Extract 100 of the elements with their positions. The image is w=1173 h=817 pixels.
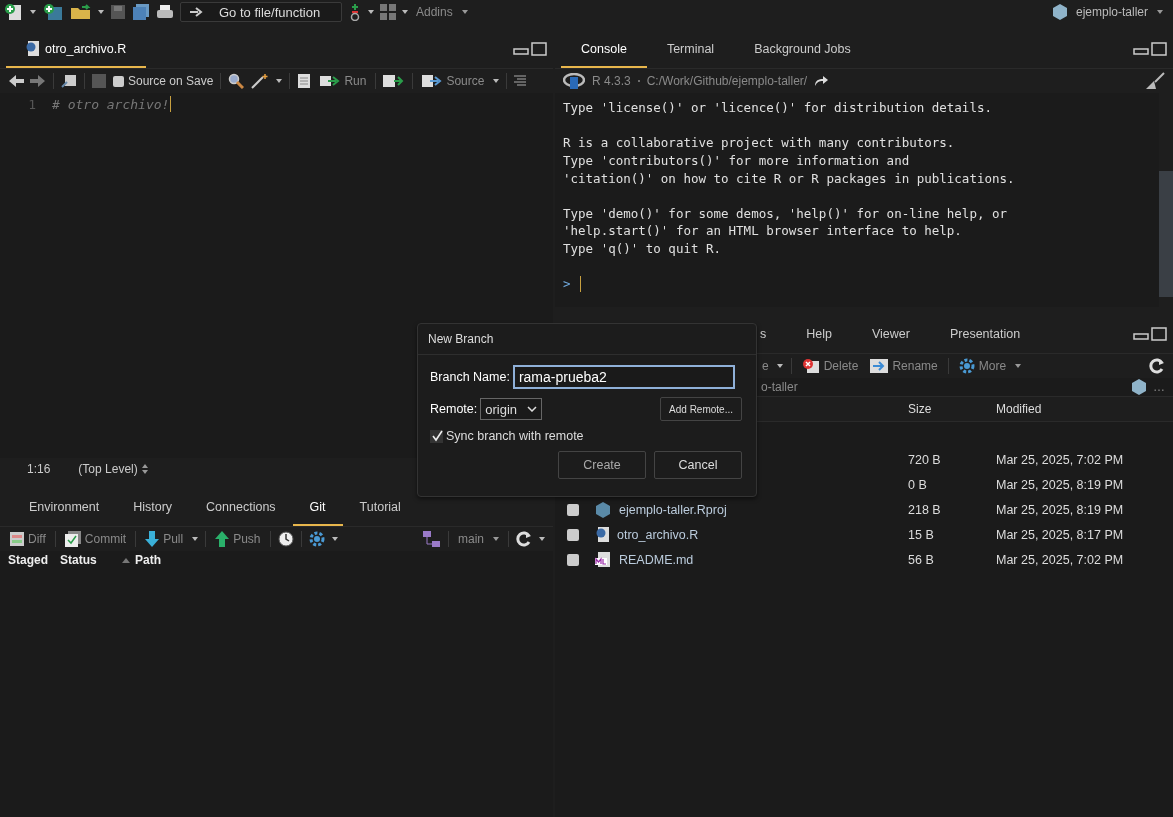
field-label: Remote: xyxy=(430,402,478,416)
r-version: R 4.3.3 xyxy=(592,74,631,88)
show-in-window-icon[interactable] xyxy=(61,74,77,88)
print-icon[interactable] xyxy=(156,4,174,20)
settings-icon[interactable] xyxy=(308,531,325,547)
sync-checkbox[interactable]: Sync branch with remote xyxy=(430,429,742,443)
minimize-icon[interactable] xyxy=(1133,327,1167,341)
delete-button[interactable]: Delete xyxy=(799,358,861,374)
new-file-icon[interactable] xyxy=(4,3,24,21)
branch-menu[interactable]: main xyxy=(456,532,501,546)
pull-button[interactable]: Pull xyxy=(143,531,186,547)
branch-icon[interactable] xyxy=(423,531,441,547)
console-output: R is a collaborative project with many contributors. xyxy=(563,135,955,151)
broom-icon[interactable] xyxy=(1145,72,1165,90)
arrow-icon xyxy=(189,7,203,17)
caret-icon[interactable] xyxy=(30,10,36,14)
pane-tab[interactable]: Presentation xyxy=(929,317,1041,353)
caret-icon[interactable] xyxy=(98,10,104,14)
commit-button[interactable]: Commit xyxy=(62,531,129,547)
minimize-icon[interactable] xyxy=(1133,42,1167,56)
more-menu[interactable]: More xyxy=(956,358,1024,374)
checkmark-icon xyxy=(430,430,443,442)
caret-icon[interactable] xyxy=(493,79,500,83)
magic-wand-icon[interactable] xyxy=(251,73,270,89)
column-header[interactable]: Size xyxy=(908,402,996,416)
new-project-icon[interactable] xyxy=(42,3,64,21)
row-checkbox[interactable] xyxy=(567,553,579,566)
rerun-icon[interactable] xyxy=(383,74,406,88)
file-modified: Mar 25, 2025, 8:17 PM xyxy=(996,527,1125,542)
pane-tab[interactable]: History xyxy=(116,490,190,526)
clock-icon[interactable] xyxy=(277,531,294,547)
caret-icon[interactable] xyxy=(402,10,408,14)
pane-tab[interactable]: Tutorial xyxy=(342,490,418,526)
column-header[interactable]: Staged xyxy=(8,553,60,567)
settings-icon xyxy=(958,358,975,374)
caret-icon[interactable] xyxy=(276,79,283,83)
source-on-save-checkbox[interactable]: Source on Save xyxy=(113,74,214,88)
diff-button[interactable]: Diff xyxy=(8,532,48,546)
create-button[interactable]: Create xyxy=(558,451,646,479)
cancel-button[interactable]: Cancel xyxy=(654,451,742,479)
run-icon xyxy=(320,75,341,87)
file-size: 218 B xyxy=(908,502,942,517)
sort-arrows-icon xyxy=(141,464,148,474)
file-modified: Mar 25, 2025, 8:19 PM xyxy=(996,502,1125,517)
remote-dropdown[interactable]: origin xyxy=(480,398,543,420)
pane-tab[interactable]: Connections xyxy=(189,490,293,526)
refresh-icon[interactable] xyxy=(1149,358,1165,374)
column-header[interactable]: Status xyxy=(60,553,122,567)
go-to-file-field[interactable]: Go to file/function xyxy=(180,2,342,22)
file-link[interactable]: otro_archivo.R xyxy=(617,527,699,542)
file-link[interactable]: README.md xyxy=(619,552,694,567)
back-forward-icon[interactable] xyxy=(8,74,46,88)
scope-menu[interactable]: (Top Level) xyxy=(76,462,150,476)
refresh-icon[interactable] xyxy=(516,531,532,547)
addins-menu[interactable]: Addins xyxy=(414,5,470,19)
branch-name-field[interactable]: rama-prueba2 xyxy=(512,365,735,389)
caret-icon[interactable] xyxy=(539,537,545,541)
save-icon[interactable] xyxy=(110,4,126,20)
pane-tab[interactable]: Background Jobs xyxy=(734,32,871,68)
console-output: 'help.start()' for an HTML browser interface to help. xyxy=(563,223,962,239)
pane-tab[interactable]: Terminal xyxy=(646,32,735,68)
code-comment: # otro archivo! xyxy=(52,96,170,112)
search-icon[interactable] xyxy=(228,73,245,89)
save-all-icon[interactable] xyxy=(132,4,150,20)
run-button[interactable]: Run xyxy=(318,74,369,88)
folder-icon[interactable] xyxy=(70,4,92,20)
file-size: 56 B xyxy=(908,552,935,567)
notebook-icon[interactable] xyxy=(297,73,312,89)
field-label: Branch Name: xyxy=(430,370,510,384)
row-checkbox[interactable] xyxy=(567,528,579,541)
pane-tab[interactable]: Help xyxy=(786,317,852,353)
r-logo-icon xyxy=(563,73,585,89)
minimize-icon[interactable] xyxy=(513,42,547,56)
row-checkbox[interactable] xyxy=(567,503,579,516)
share-arrow-icon[interactable] xyxy=(814,75,829,87)
grid-icon[interactable] xyxy=(380,4,396,20)
chevron-icon xyxy=(527,406,538,412)
console-output: Type 'demo()' for some demos, 'help()' for on-line help, or xyxy=(563,205,1007,221)
caret-icon[interactable] xyxy=(776,364,783,368)
caret-icon[interactable] xyxy=(331,537,338,541)
up-arrow-icon xyxy=(215,531,230,547)
push-button[interactable]: Push xyxy=(213,531,263,547)
pane-tab[interactable]: Viewer xyxy=(851,317,930,353)
source-button[interactable]: Source xyxy=(420,74,487,88)
rename-button[interactable]: Rename xyxy=(868,359,940,373)
console-output: 'citation()' on how to cite R or R packages in publications. xyxy=(563,170,1015,186)
outline-icon[interactable] xyxy=(514,75,527,87)
pane-tab[interactable]: Environment xyxy=(12,490,117,526)
column-header[interactable]: Modified xyxy=(996,402,1173,416)
scrollbar-thumb[interactable] xyxy=(1159,171,1173,297)
caret-icon[interactable] xyxy=(368,10,374,14)
caret-icon[interactable] xyxy=(192,537,199,541)
add-remote-button[interactable]: Add Remote... xyxy=(660,397,742,421)
delete-icon xyxy=(801,358,820,374)
commit-icon xyxy=(64,531,81,547)
project-menu[interactable]: ejemplo-taller xyxy=(1073,5,1165,19)
sort-up-icon xyxy=(122,557,130,563)
more-dots[interactable]: … xyxy=(1153,380,1165,394)
column-header[interactable]: Path xyxy=(122,553,161,567)
file-link[interactable]: ejemplo-taller.Rproj xyxy=(619,502,727,517)
